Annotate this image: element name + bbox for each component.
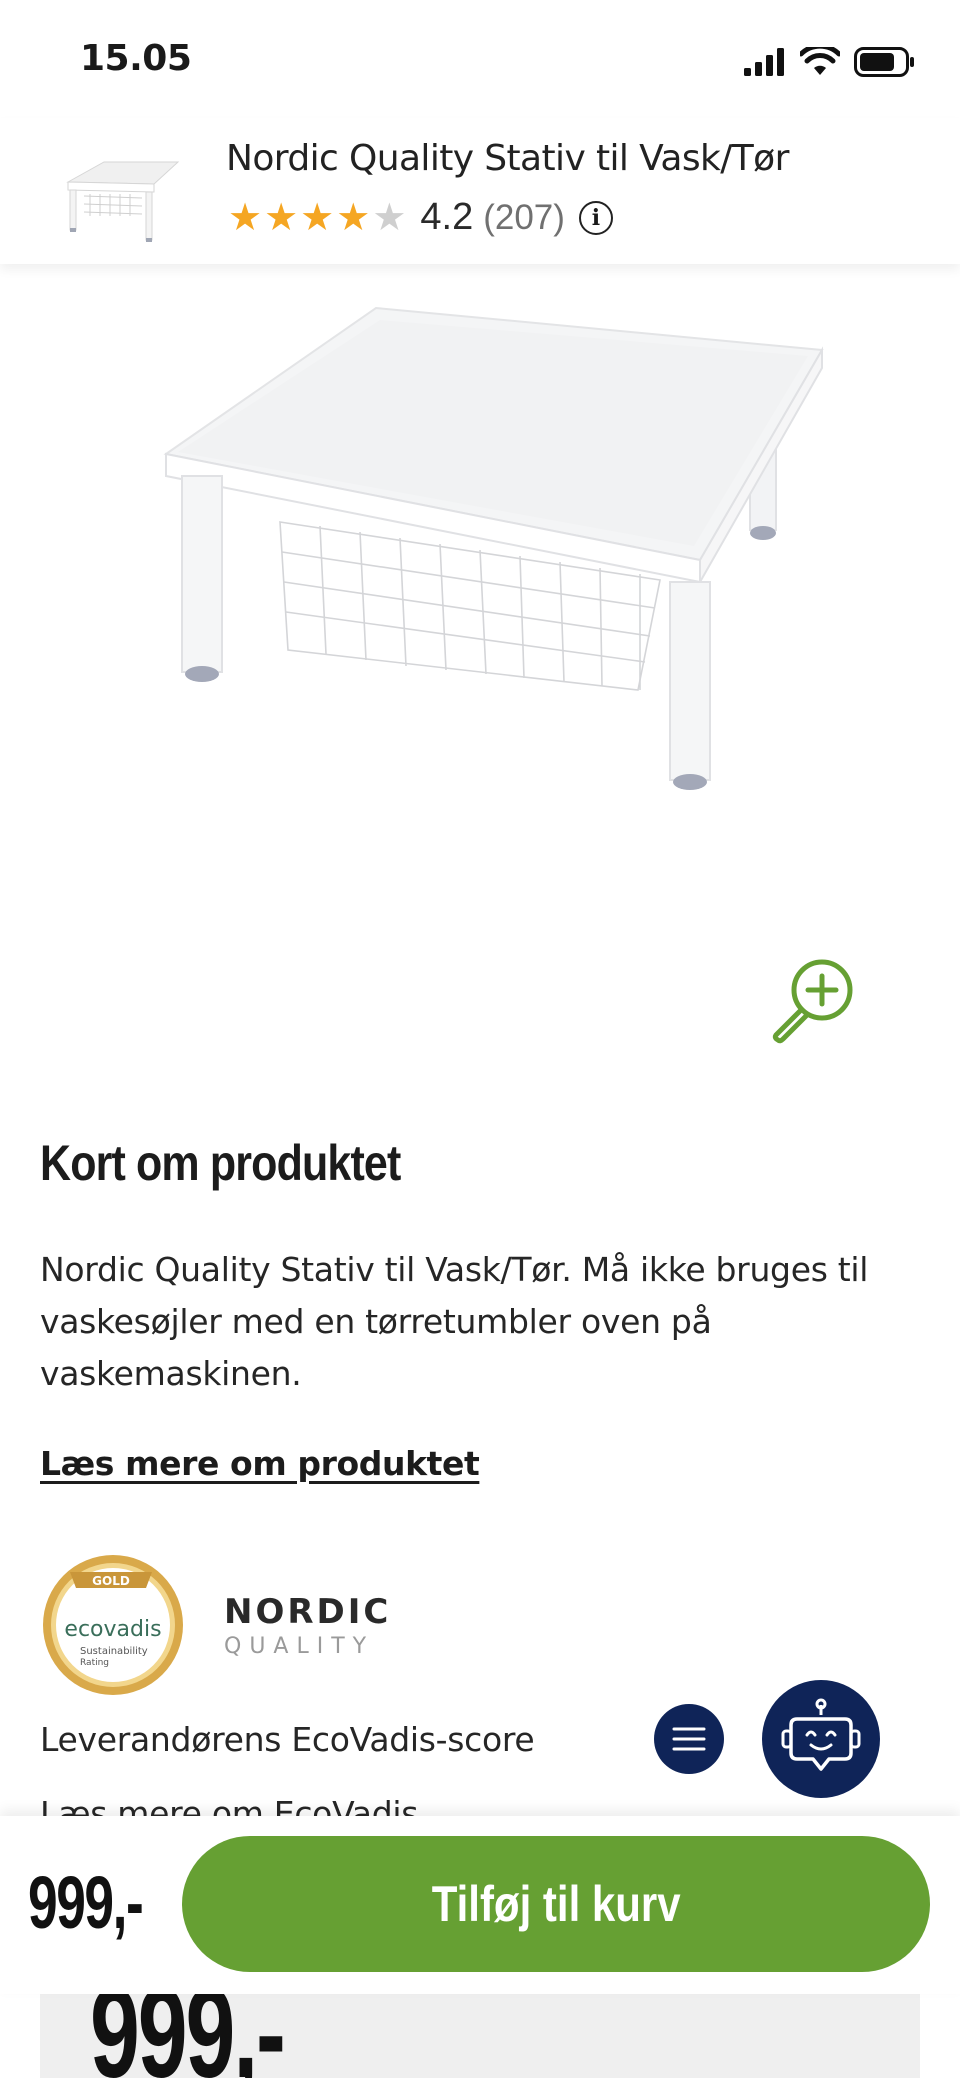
logo-word-nordic: NORDIC xyxy=(224,1592,392,1632)
badge-brand: ecovadis xyxy=(64,1617,161,1642)
badge-line1: Sustainability xyxy=(80,1646,148,1657)
menu-icon xyxy=(672,1727,706,1751)
star-icon: ★ xyxy=(228,196,263,239)
wifi-icon xyxy=(800,47,840,75)
bottom-purchase-bar: 999,- Tilføj til kurv xyxy=(0,1816,960,1994)
chatbot-icon xyxy=(781,1698,861,1771)
bottom-price: 999,- xyxy=(28,1861,144,1944)
menu-button[interactable] xyxy=(654,1704,724,1774)
star-icon: ★ xyxy=(336,196,371,239)
ecovadis-badge[interactable]: GOLD ecovadis Sustainability Rating xyxy=(40,1552,186,1698)
supplier-ecovadis-score: Leverandørens EcoVadis-score xyxy=(40,1720,535,1759)
info-icon[interactable]: i xyxy=(578,200,613,235)
add-to-cart-label: Tilføj til kurv xyxy=(431,1876,681,1932)
product-description: Nordic Quality Stativ til Vask/Tør. Må i… xyxy=(40,1250,869,1393)
status-time: 15.05 xyxy=(80,38,192,79)
header-rating[interactable]: ★ ★ ★ ★ ★ 4.2 (207) i xyxy=(228,196,613,239)
supplier-logo: NORDIC QUALITY xyxy=(224,1592,391,1659)
sticky-product-header: Nordic Quality Stativ til Vask/Tør ★ ★ ★… xyxy=(0,118,960,264)
zoom-in-icon[interactable] xyxy=(766,952,860,1046)
rating-count: (207) xyxy=(483,197,565,237)
product-thumbnail[interactable] xyxy=(58,148,184,248)
rating-value: 4.2 xyxy=(420,196,474,238)
header-product-title: Nordic Quality Stativ til Vask/Tør xyxy=(226,138,789,179)
star-icon: ★ xyxy=(264,196,299,239)
star-rating: ★ ★ ★ ★ ★ xyxy=(228,197,406,239)
status-icons xyxy=(744,44,916,80)
chatbot-button[interactable] xyxy=(762,1680,880,1798)
star-icon: ★ xyxy=(300,196,335,239)
price-card-value: 999,- xyxy=(90,1994,286,2078)
product-image[interactable] xyxy=(140,290,840,820)
badge-level: GOLD xyxy=(92,1574,130,1588)
logo-word-quality: QUALITY xyxy=(224,1634,375,1659)
battery-icon xyxy=(854,47,914,77)
status-bar: 15.05 xyxy=(0,0,960,118)
add-to-cart-button[interactable]: Tilføj til kurv xyxy=(182,1836,930,1972)
signal-icon xyxy=(744,48,784,76)
star-icon: ★ xyxy=(372,196,407,239)
price-card: 999,- xyxy=(40,1994,920,2078)
section-title: Kort om produktet xyxy=(40,1135,401,1191)
read-more-link[interactable]: Læs mere om produktet xyxy=(40,1444,480,1483)
badge-line2: Rating xyxy=(80,1658,109,1668)
